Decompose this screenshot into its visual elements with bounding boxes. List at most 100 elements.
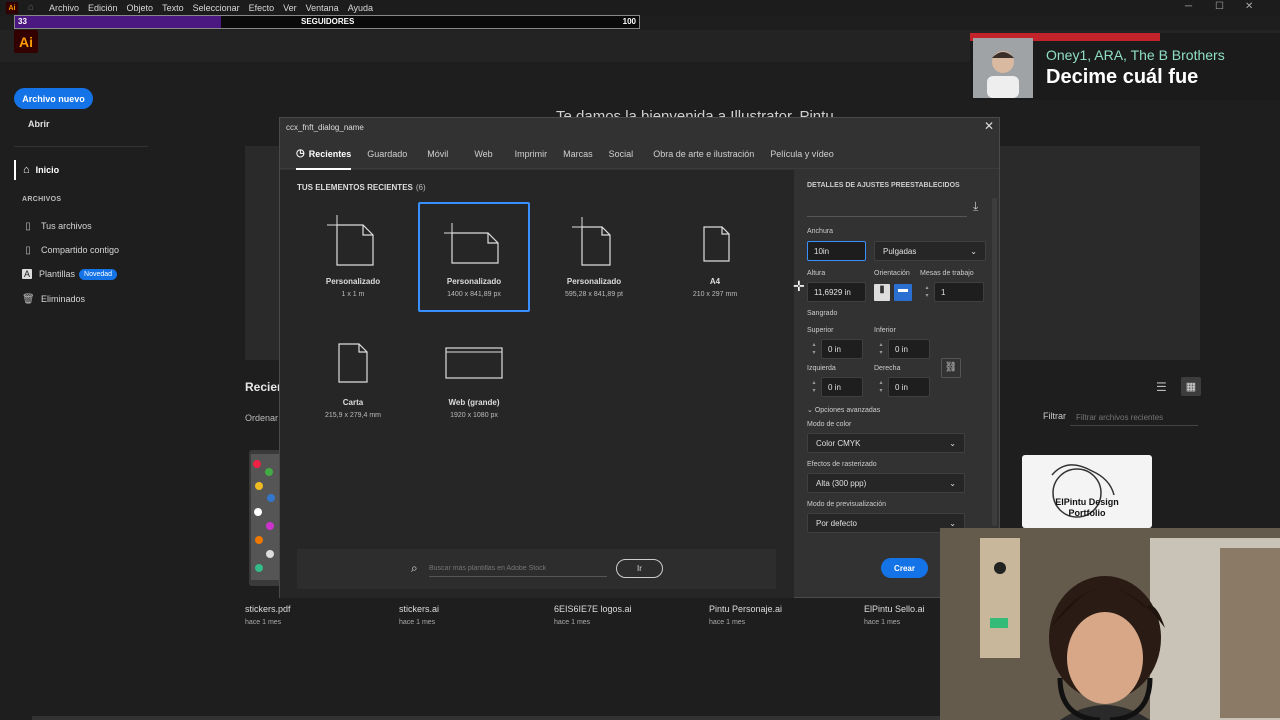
- tab-imprimir[interactable]: Imprimir: [515, 139, 548, 169]
- tab-guardado[interactable]: Guardado: [367, 139, 407, 169]
- file-name[interactable]: stickers.ai: [399, 604, 439, 614]
- preset-card[interactable]: Carta 215,9 x 279,4 mm: [297, 324, 409, 434]
- landscape-orientation-icon[interactable]: ▬: [894, 284, 912, 301]
- preset-card[interactable]: A4 210 x 297 mm: [659, 203, 771, 313]
- tab-recientes[interactable]: ◷ Recientes: [296, 139, 352, 170]
- bleed-right-field[interactable]: 0 in: [888, 377, 930, 397]
- tab-label: Recientes: [308, 148, 352, 159]
- file-thumbnail[interactable]: ElPintu Design Portfolio: [1022, 455, 1152, 528]
- tab-web[interactable]: Web: [474, 139, 492, 169]
- filter-label: Filtrar: [1043, 411, 1066, 421]
- advanced-options-toggle[interactable]: ⌄ Opciones avanzadas: [807, 406, 880, 414]
- tab-marcas[interactable]: Marcas: [563, 139, 593, 169]
- menu-seleccionar[interactable]: Seleccionar: [193, 3, 240, 13]
- height-field[interactable]: 11,6929 in: [807, 282, 866, 302]
- recent-presets-title: TUS ELEMENTOS RECIENTES (6): [297, 183, 426, 192]
- sidebar-item-your-files[interactable]: ▯ Tus archivos: [22, 219, 92, 233]
- menu-objeto[interactable]: Objeto: [127, 3, 154, 13]
- chevron-down-icon: ⌄: [949, 518, 956, 528]
- preset-card[interactable]: Personalizado 1 x 1 m: [297, 203, 409, 313]
- close-window-icon[interactable]: ✕: [1245, 1, 1253, 12]
- recent-count: (6): [415, 183, 426, 192]
- go-button[interactable]: Ir: [616, 559, 663, 578]
- units-select[interactable]: Pulgadas ⌄: [874, 241, 986, 261]
- bleed-top-label: Superior: [807, 327, 834, 334]
- file-thumbnail[interactable]: [249, 450, 281, 586]
- sort-label[interactable]: Ordenar: [245, 413, 278, 423]
- stock-search-input[interactable]: [429, 561, 607, 577]
- height-label: Altura: [807, 270, 826, 277]
- home-icon[interactable]: ⌂: [28, 2, 40, 14]
- width-field[interactable]: 10in: [807, 241, 866, 261]
- sidebar-item-label: Eliminados: [41, 294, 86, 304]
- menu-texto[interactable]: Texto: [162, 3, 184, 13]
- preset-size: 1 x 1 m: [341, 291, 365, 298]
- create-button[interactable]: Crear: [881, 558, 928, 578]
- artboards-stepper[interactable]: ▴ ▾ 1: [920, 282, 984, 302]
- details-scrollbar[interactable]: [992, 198, 997, 526]
- menu-ver[interactable]: Ver: [283, 3, 297, 13]
- link-icon[interactable]: ⛓: [941, 358, 961, 378]
- maximize-icon[interactable]: ☐: [1215, 1, 1224, 12]
- chevron-down-icon: ⌄: [970, 246, 977, 256]
- file-name[interactable]: Pintu Personaje.ai: [709, 604, 782, 614]
- filter-input[interactable]: [1070, 410, 1198, 426]
- stepper-arrows-icon[interactable]: ▴ ▾: [807, 341, 821, 357]
- custom-document-icon: [444, 223, 499, 264]
- minimize-icon[interactable]: ─: [1185, 1, 1192, 12]
- tab-obra-de-arte[interactable]: Obra de arte e ilustración: [653, 139, 754, 169]
- bleed-bottom-stepper[interactable]: ▴ ▾ 0 in: [874, 339, 930, 359]
- file-name[interactable]: 6EIS6IE7E logos.ai: [554, 604, 632, 614]
- units-value: Pulgadas: [883, 246, 917, 256]
- menu-ventana[interactable]: Ventana: [306, 3, 339, 13]
- tab-social[interactable]: Social: [609, 139, 634, 169]
- stickers-thumbnail-art: [251, 454, 279, 580]
- artboards-field[interactable]: 1: [934, 282, 984, 302]
- menu-edicion[interactable]: Edición: [88, 3, 118, 13]
- bleed-right-stepper[interactable]: ▴ ▾ 0 in: [874, 377, 930, 397]
- stepper-arrows-icon[interactable]: ▴ ▾: [807, 379, 821, 395]
- close-icon[interactable]: ✕: [984, 119, 994, 133]
- bleed-bottom-field[interactable]: 0 in: [888, 339, 930, 359]
- grid-view-icon[interactable]: ▦: [1181, 377, 1201, 396]
- open-button[interactable]: Abrir: [28, 119, 50, 129]
- document-icon: [703, 226, 730, 262]
- sidebar-item-home[interactable]: ⌂ Inicio: [14, 160, 148, 180]
- color-mode-select[interactable]: Color CMYK ⌄: [807, 433, 965, 453]
- bleed-top-field[interactable]: 0 in: [821, 339, 863, 359]
- color-mode-label: Modo de color: [807, 421, 852, 428]
- bleed-top-stepper[interactable]: ▴ ▾ 0 in: [807, 339, 863, 359]
- save-preset-icon[interactable]: ⤓: [973, 199, 978, 214]
- preview-mode-label: Modo de previsualización: [807, 501, 886, 508]
- raster-select[interactable]: Alta (300 ppp) ⌄: [807, 473, 965, 493]
- sidebar-item-shared[interactable]: ▯ Compartido contigo: [22, 243, 119, 257]
- stock-search-bar: ⌕ Ir: [297, 549, 776, 589]
- sidebar-item-templates[interactable]: A Plantillas Novedad: [22, 267, 118, 281]
- bleed-left-stepper[interactable]: ▴ ▾ 0 in: [807, 377, 863, 397]
- now-playing-artist: Oney1, ARA, The B Brothers: [1046, 47, 1225, 63]
- file-name[interactable]: ElPintu Sello.ai: [864, 604, 925, 614]
- bleed-left-field[interactable]: 0 in: [821, 377, 863, 397]
- preset-card[interactable]: Web (grande) 1920 x 1080 px: [418, 324, 530, 434]
- stepper-arrows-icon[interactable]: ▴ ▾: [874, 341, 888, 357]
- new-file-button[interactable]: Archivo nuevo: [14, 88, 93, 109]
- bleed-left-label: Izquierda: [807, 365, 836, 372]
- preset-card-selected[interactable]: Personalizado 1400 x 841,89 px: [418, 202, 530, 312]
- menu-archivo[interactable]: Archivo: [49, 3, 79, 13]
- file-name[interactable]: stickers.pdf: [245, 604, 291, 614]
- stepper-arrows-icon[interactable]: ▴ ▾: [874, 379, 888, 395]
- tab-pelicula[interactable]: Película y vídeo: [770, 139, 834, 169]
- menu-efecto[interactable]: Efecto: [249, 3, 275, 13]
- bleed-bottom-label: Inferior: [874, 327, 896, 334]
- shared-file-icon: ▯: [25, 244, 31, 256]
- sidebar-item-deleted[interactable]: 🗑 Eliminados: [22, 292, 85, 306]
- list-view-icon[interactable]: ☰: [1156, 380, 1167, 394]
- file-date: hace 1 mes: [245, 619, 282, 626]
- preset-card[interactable]: Personalizado 595,28 x 841,89 pt: [538, 203, 650, 313]
- tab-movil[interactable]: Móvil: [427, 139, 448, 169]
- stepper-arrows-icon[interactable]: ▴ ▾: [920, 284, 934, 300]
- sidebar-item-label: Tus archivos: [41, 221, 92, 231]
- portrait-orientation-icon[interactable]: ▮: [874, 284, 890, 301]
- chevron-down-icon: ⌄: [807, 407, 815, 414]
- menu-ayuda[interactable]: Ayuda: [348, 3, 373, 13]
